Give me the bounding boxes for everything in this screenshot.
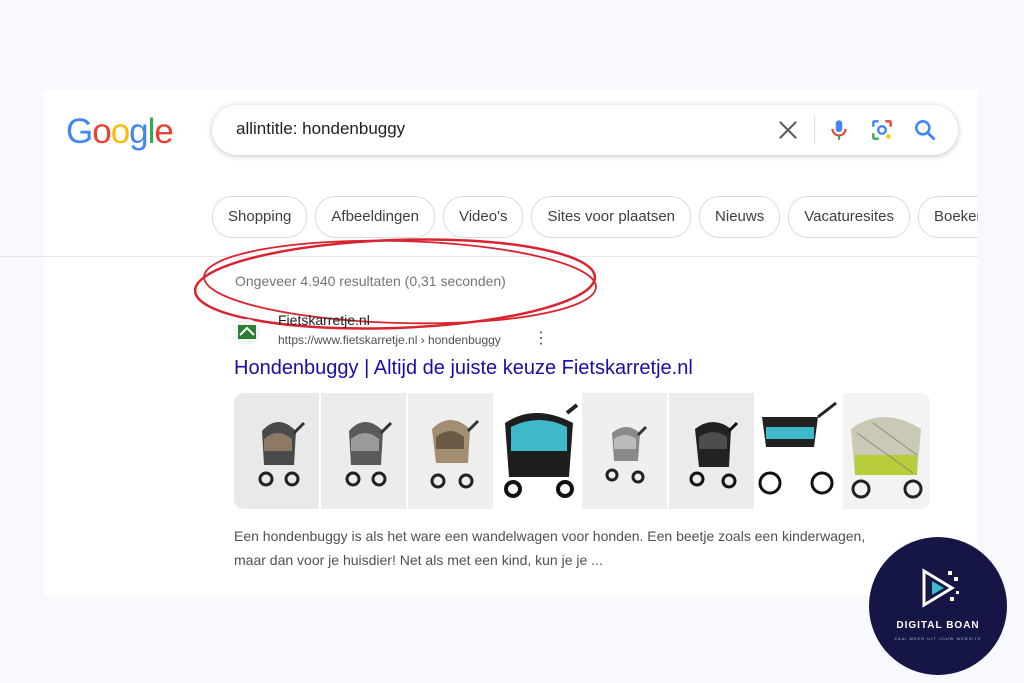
result-title-link[interactable]: Hondenbuggy | Altijd de juiste keuze Fie… xyxy=(234,357,693,380)
camera-lens-icon[interactable] xyxy=(869,117,895,143)
buggy-image[interactable] xyxy=(321,393,406,509)
search-results-panel: Google allintitle: hondenbuggy Shopping A… xyxy=(0,90,978,595)
search-icon[interactable] xyxy=(912,117,938,143)
close-icon[interactable] xyxy=(775,117,801,143)
buggy-image[interactable] xyxy=(234,393,319,509)
logo-letter-g2: g xyxy=(129,112,148,151)
microphone-icon[interactable] xyxy=(826,117,852,143)
site-favicon xyxy=(234,319,260,345)
logo-letter-e: e xyxy=(154,112,173,151)
buggy-image[interactable] xyxy=(756,393,841,509)
logo-letter-l: l xyxy=(147,112,156,151)
search-input[interactable]: allintitle: hondenbuggy xyxy=(236,119,405,139)
buggy-image[interactable] xyxy=(669,393,754,509)
result-site-name[interactable]: Fietskarretje.nl xyxy=(278,312,370,328)
buggy-image[interactable] xyxy=(495,393,580,509)
bike-trailer-icon xyxy=(238,325,256,339)
buggy-image[interactable] xyxy=(408,393,493,509)
chip-nieuws[interactable]: Nieuws xyxy=(699,196,781,238)
play-logo-icon xyxy=(922,568,959,608)
badge-tagline: ZAAI MEER UIT JOUW WEBSITE xyxy=(894,636,982,641)
more-options-icon[interactable]: ⋮ xyxy=(533,331,549,347)
result-snippet: Een hondenbuggy is als het ware een wand… xyxy=(234,524,934,572)
snippet-line-1: Een hondenbuggy is als het ware een wand… xyxy=(234,528,866,544)
digital-boan-logo-badge: DIGITAL BOAN ZAAI MEER UIT JOUW WEBSITE xyxy=(869,537,1007,675)
logo-letter-o2: o xyxy=(110,112,130,151)
search-divider xyxy=(814,116,815,144)
chip-boeken[interactable]: Boeken xyxy=(917,196,978,238)
snippet-line-2: maar dan voor je huisdier! Net als met e… xyxy=(234,552,603,568)
logo-letter-g: G xyxy=(66,112,93,151)
search-bar[interactable]: allintitle: hondenbuggy xyxy=(212,105,958,155)
badge-brand-name: DIGITAL BOAN xyxy=(896,620,980,631)
google-logo[interactable]: Google xyxy=(66,112,174,152)
logo-letter-o1: o xyxy=(92,112,111,151)
result-image-strip xyxy=(234,393,930,509)
buggy-image[interactable] xyxy=(582,393,667,509)
buggy-image[interactable] xyxy=(843,393,930,509)
result-url[interactable]: https://www.fietskarretje.nl › hondenbug… xyxy=(278,333,501,347)
chip-vacaturesites[interactable]: Vacaturesites xyxy=(788,196,910,238)
